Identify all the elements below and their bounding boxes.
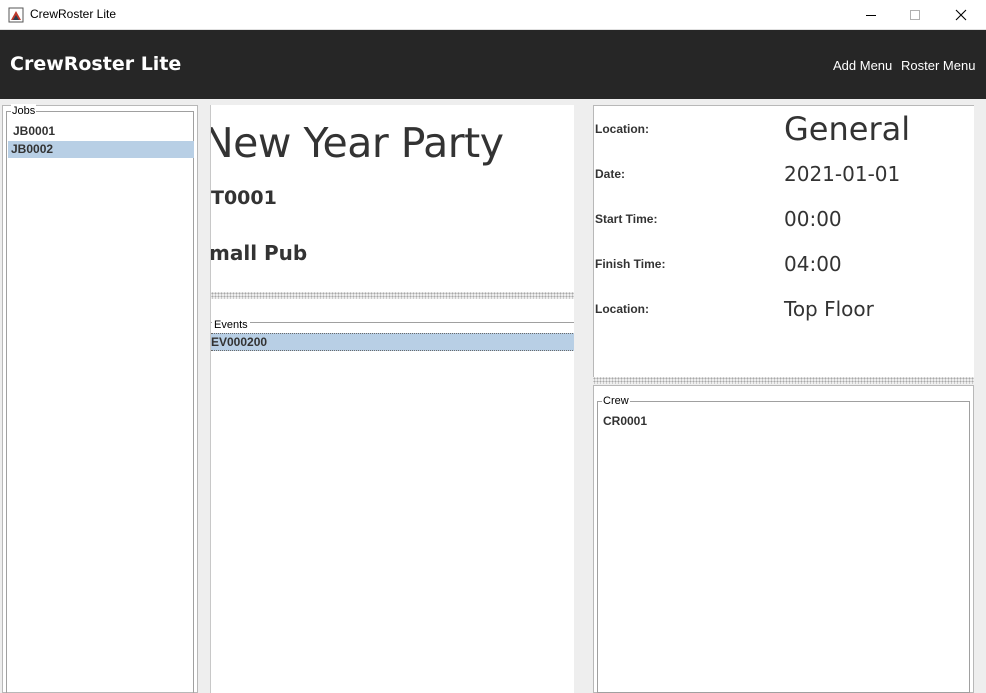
start-time-value: 00:00 — [784, 207, 842, 231]
roster-menu[interactable]: Roster Menu — [901, 58, 975, 73]
crew-panel: Crew CR0001 — [593, 385, 974, 693]
close-icon — [955, 9, 967, 21]
minimize-button[interactable] — [848, 0, 894, 30]
minimize-icon — [866, 15, 876, 16]
date-value: 2021-01-01 — [784, 162, 901, 186]
add-menu[interactable]: Add Menu — [833, 58, 892, 73]
job-item-jb0001[interactable]: JB0001 — [10, 123, 192, 140]
event-venue: mall Pub — [210, 241, 308, 265]
jobs-group: Jobs JB0001 JB0002 — [6, 104, 194, 693]
jobs-panel: Jobs JB0001 JB0002 — [2, 104, 198, 693]
content-area: Jobs JB0001 JB0002 New Year Party T0001 … — [0, 99, 986, 693]
window-titlebar[interactable]: CrewRoster Lite — [0, 0, 986, 30]
app-icon — [8, 7, 24, 23]
app-header: CrewRoster Lite Add Menu Roster Menu — [0, 30, 986, 99]
date-label: Date: — [595, 167, 626, 181]
crew-legend: Crew — [602, 394, 630, 408]
event-title: New Year Party — [210, 119, 504, 167]
finish-time-value: 04:00 — [784, 252, 842, 276]
events-legend: Events — [212, 318, 250, 332]
finish-time-label: Finish Time: — [595, 257, 666, 271]
location-label: Location: — [595, 122, 649, 136]
sub-location-value: Top Floor — [784, 297, 874, 321]
app-name: CrewRoster Lite — [10, 53, 182, 75]
jobs-legend: Jobs — [11, 104, 37, 118]
start-time-label: Start Time: — [595, 212, 658, 226]
event-splitter[interactable] — [211, 292, 574, 299]
event-item-ev000200[interactable]: EV000200 — [211, 333, 574, 351]
maximize-icon — [910, 10, 920, 20]
event-code: T0001 — [211, 187, 277, 209]
crew-item-cr0001[interactable]: CR0001 — [600, 413, 647, 430]
close-button[interactable] — [938, 0, 984, 30]
event-panel: New Year Party T0001 mall Pub Events EV0… — [210, 105, 574, 693]
crew-group: Crew CR0001 — [597, 394, 970, 693]
maximize-button[interactable] — [892, 0, 938, 30]
window-title: CrewRoster Lite — [30, 7, 117, 21]
sub-location-label: Location: — [595, 302, 649, 316]
location-value: General — [784, 110, 911, 148]
details-splitter[interactable] — [593, 377, 974, 384]
job-item-jb0002[interactable]: JB0002 — [8, 141, 194, 158]
details-panel: Location: General Date: 2021-01-01 Start… — [593, 105, 974, 377]
